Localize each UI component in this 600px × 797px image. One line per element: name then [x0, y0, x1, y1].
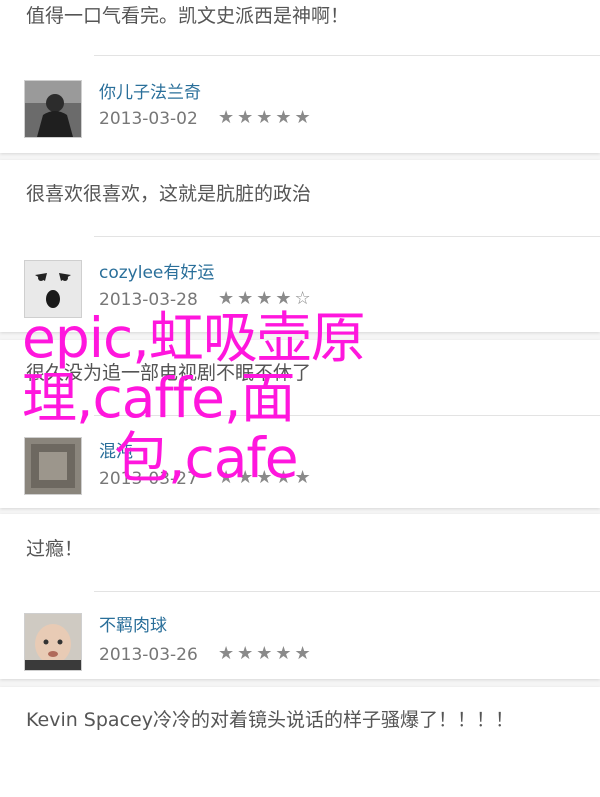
review-card: 过瘾！ 不羁肉球 2013-03-26 ★★★★★	[0, 514, 600, 679]
review-comment: Kevin Spacey冷冷的对着镜头说话的样子骚爆了！！！！	[26, 709, 514, 731]
username-link[interactable]: cozylee有好运	[99, 258, 214, 283]
star-rating: ★★★★★	[218, 643, 314, 664]
divider	[94, 55, 600, 56]
overlay-caption: epic,虹吸壶原 理,caffe,面 包,cafe	[22, 308, 462, 488]
review-comment: 值得一口气看完。凯文史派西是神啊！	[26, 5, 350, 27]
review-card: Kevin Spacey冷冷的对着镜头说话的样子骚爆了！！！！	[0, 687, 600, 797]
review-comment: 过瘾！	[26, 538, 84, 560]
username-link[interactable]: 你儿子法兰奇	[99, 78, 201, 103]
review-comment: 很喜欢很喜欢，这就是肮脏的政治	[26, 183, 312, 205]
divider	[94, 591, 600, 592]
user-avatar[interactable]	[24, 80, 82, 138]
star-rating: ★★★★★	[218, 107, 314, 128]
user-avatar[interactable]	[24, 613, 82, 671]
user-photo-avatar-icon	[25, 81, 81, 137]
overlay-line: epic,虹吸壶原	[22, 306, 366, 370]
overlay-line: 理,caffe,面	[22, 366, 295, 430]
overlay-line: 包,cafe	[114, 426, 299, 490]
review-date: 2013-03-02	[99, 109, 198, 129]
username-link[interactable]: 不羁肉球	[99, 611, 167, 636]
divider	[94, 236, 600, 237]
baby-photo-avatar-icon	[25, 614, 81, 670]
review-card: 值得一口气看完。凯文史派西是神啊！ 你儿子法兰奇 2013-03-02 ★★★★…	[0, 0, 600, 153]
review-date: 2013-03-26	[99, 645, 198, 665]
